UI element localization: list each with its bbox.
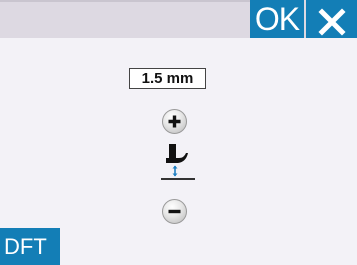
close-button[interactable] xyxy=(306,0,357,38)
presser-foot-height-icon xyxy=(161,144,195,180)
decrease-button[interactable] xyxy=(162,199,187,224)
default-button[interactable]: DFT xyxy=(0,228,60,265)
ok-button[interactable]: OK xyxy=(250,0,304,38)
close-x-icon xyxy=(317,7,346,36)
top-bar-edge xyxy=(0,0,250,2)
plus-icon xyxy=(168,115,181,128)
height-value-display: 1.5 mm xyxy=(129,68,206,89)
increase-button[interactable] xyxy=(162,109,187,134)
minus-icon xyxy=(168,209,181,214)
